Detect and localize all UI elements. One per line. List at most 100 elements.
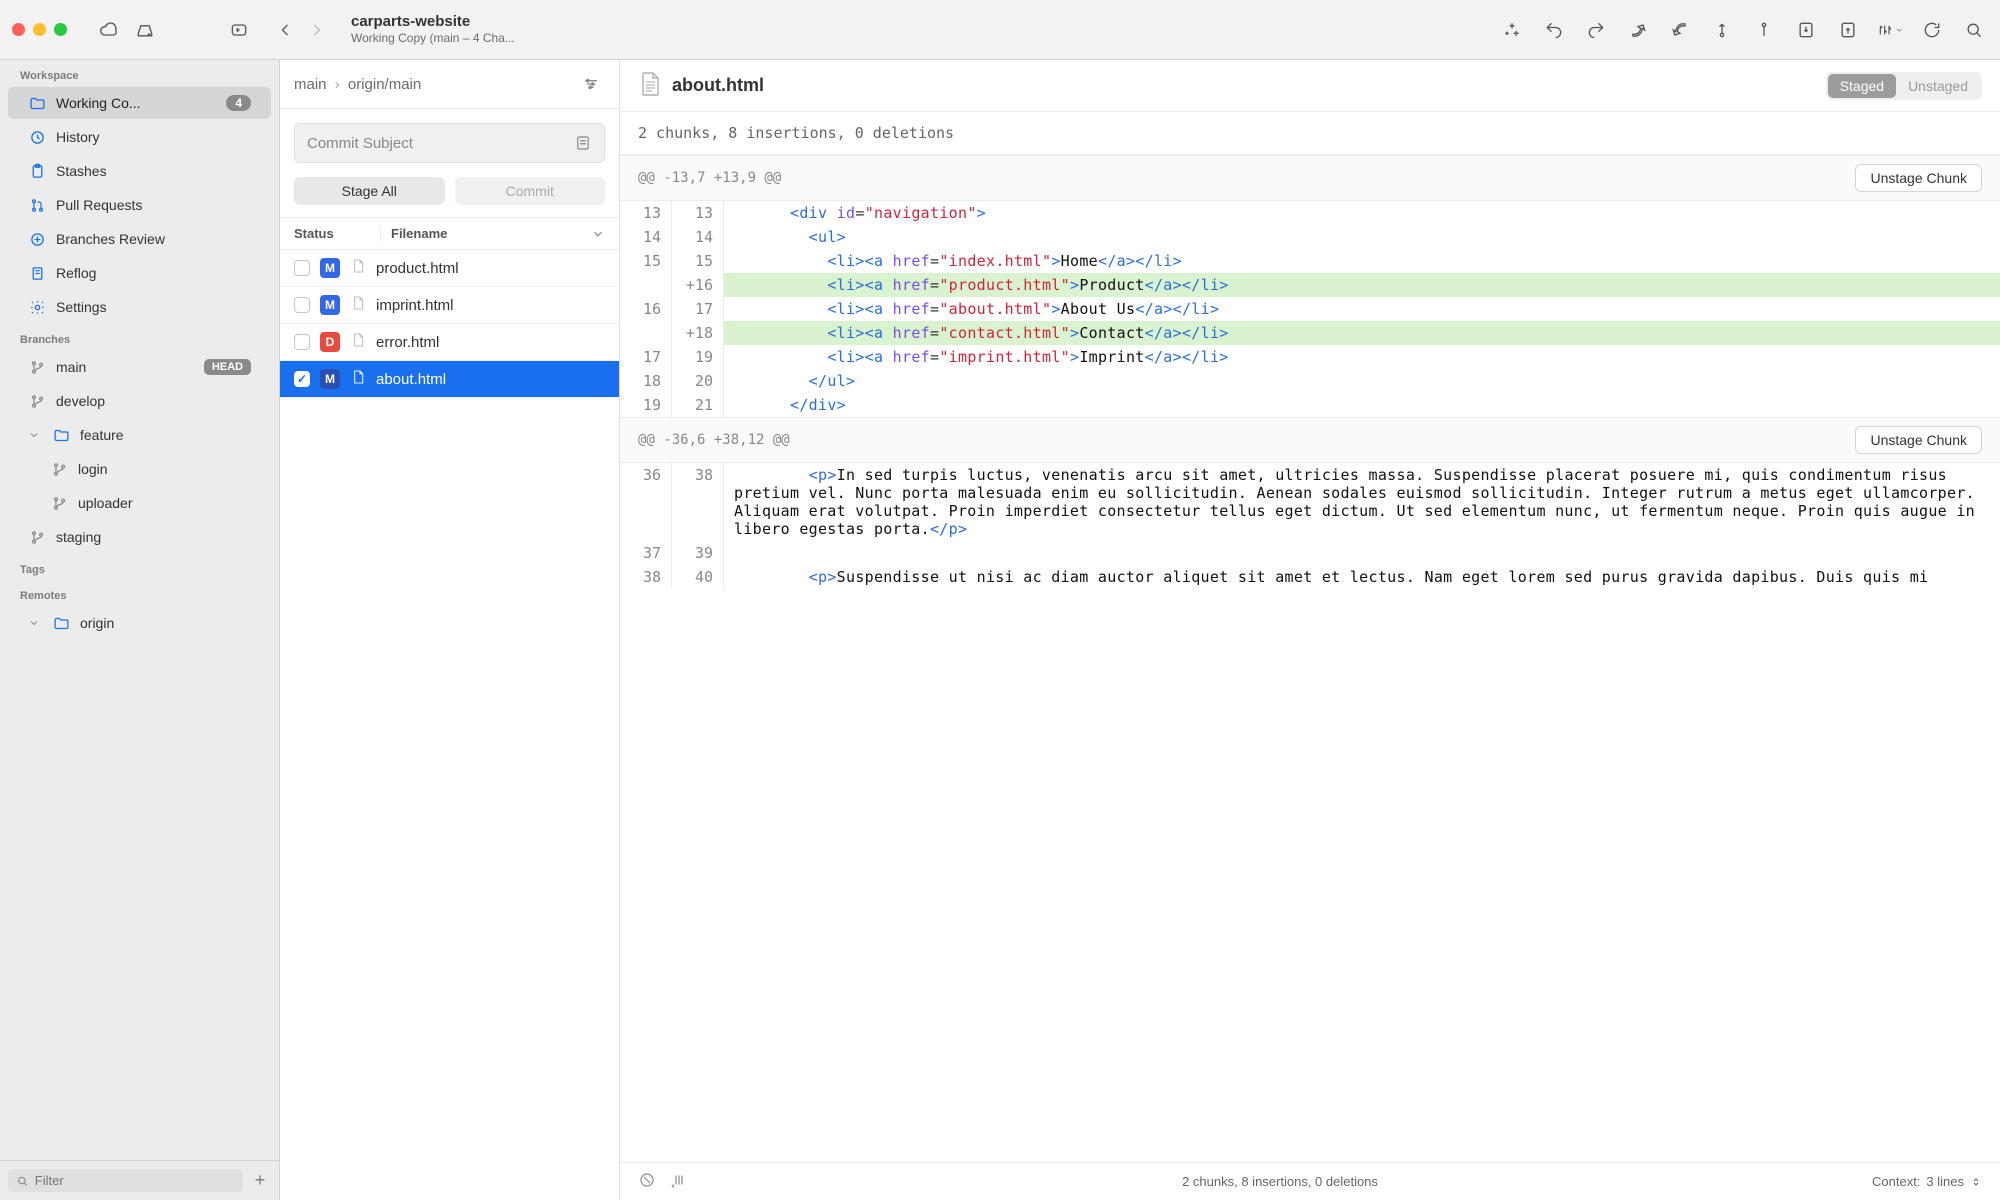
line-number-old: 14 [620,225,672,249]
close-window-button[interactable] [12,23,25,36]
redo-icon[interactable] [1582,16,1610,44]
stage-all-button[interactable]: Stage All [294,177,445,205]
sidebar-item-settings[interactable]: Settings [8,291,271,323]
file-icon [350,332,366,352]
sidebar-item-label: Working Co... [56,95,216,111]
file-row[interactable]: Mproduct.html [280,250,619,287]
code-line[interactable]: 1313 <div id="navigation"> [620,201,2000,225]
branch-icon [28,358,46,376]
toolbar-tools [1498,16,1988,44]
nav-forward-icon[interactable] [303,16,331,44]
file-checkbox[interactable] [294,334,310,350]
commit-button[interactable]: Commit [455,177,606,205]
add-button[interactable]: + [251,1170,279,1191]
commit-subject-input[interactable]: Commit Subject [294,123,605,163]
sidebar-branch-main[interactable]: main HEAD [8,351,271,383]
code-content [724,541,2000,565]
folder-icon [28,94,46,112]
zoom-window-button[interactable] [54,23,67,36]
file-checkbox[interactable] [294,371,310,387]
code-line[interactable]: 1414 <ul> [620,225,2000,249]
note-icon [574,134,592,152]
unstage-chunk-button[interactable]: Unstage Chunk [1855,164,1982,192]
blame-icon[interactable] [638,1171,656,1192]
file-checkbox[interactable] [294,297,310,313]
breadcrumb-remote[interactable]: origin/main [348,76,421,93]
sparkle-icon[interactable] [1498,16,1526,44]
sidebar-item-label: Branches Review [56,231,251,247]
sidebar-filter-input[interactable] [35,1173,235,1188]
wrap-icon[interactable] [670,1171,688,1192]
disk-icon[interactable] [131,16,159,44]
upload-icon[interactable] [1750,16,1778,44]
chunk-2-code: 3638 <p>In sed turpis luctus, venenatis … [620,463,2000,589]
branch-label: uploader [78,495,251,511]
sidebar-item-working-copy[interactable]: Working Co... 4 [8,87,271,119]
sidebar-branch-uploader[interactable]: uploader [8,487,271,519]
context-selector[interactable]: Context: 3 lines [1872,1174,1982,1189]
line-number-new: 21 [672,393,724,417]
sidebar-remote-origin[interactable]: origin [8,607,271,639]
chunk-header-1: @@ -13,7 +13,9 @@ Unstage Chunk [620,155,2000,201]
sidebar-branch-feature-folder[interactable]: feature [8,419,271,451]
sidebar-item-stashes[interactable]: Stashes [8,155,271,187]
code-line[interactable]: 1617 <li><a href="about.html">About Us</… [620,297,2000,321]
undo-icon[interactable] [1540,16,1568,44]
sidebar-branch-login[interactable]: login [8,453,271,485]
sidebar-section-tags: Tags [0,554,279,580]
sidebar-item-branches-review[interactable]: Branches Review [8,223,271,255]
sidebar-item-history[interactable]: History [8,121,271,153]
sidebar-item-label: Settings [56,299,251,315]
code-line[interactable]: 3739 [620,541,2000,565]
branch-icon [50,460,68,478]
back-to-overview-icon[interactable] [225,16,253,44]
settings-dropdown-icon[interactable] [1876,16,1904,44]
column-header-status[interactable]: Status [294,226,380,241]
code-content: <li><a href="imprint.html">Imprint</a></… [724,345,2000,369]
segment-staged[interactable]: Staged [1828,74,1896,98]
file-row[interactable]: Mimprint.html [280,287,619,324]
refresh-icon[interactable] [1918,16,1946,44]
code-line[interactable]: 1820 </ul> [620,369,2000,393]
column-header-filename[interactable]: Filename [380,226,605,241]
cloud-icon[interactable] [95,16,123,44]
sidebar-item-reflog[interactable]: Reflog [8,257,271,289]
unstage-chunk-button[interactable]: Unstage Chunk [1855,426,1982,454]
line-number-old: 13 [620,201,672,225]
sidebar-filter[interactable] [8,1169,243,1192]
sidebar-branch-develop[interactable]: develop [8,385,271,417]
push-icon[interactable] [1624,16,1652,44]
pull-icon[interactable] [1666,16,1694,44]
filter-settings-icon[interactable] [577,70,605,98]
breadcrumb-local[interactable]: main [294,76,327,93]
nav-back-icon[interactable] [271,16,299,44]
code-line[interactable]: +18 <li><a href="contact.html">Contact</… [620,321,2000,345]
code-line[interactable]: 1921 </div> [620,393,2000,417]
line-number-old: 36 [620,463,672,541]
search-icon[interactable] [1960,16,1988,44]
code-line[interactable]: 3638 <p>In sed turpis luctus, venenatis … [620,463,2000,541]
minimize-window-button[interactable] [33,23,46,36]
titlebar: carparts-website Working Copy (main – 4 … [0,0,2000,60]
status-chip: M [320,258,340,278]
file-name: product.html [376,260,459,277]
stash-up-icon[interactable] [1834,16,1862,44]
sidebar-branch-staging[interactable]: staging [8,521,271,553]
file-row[interactable]: Mabout.html [280,361,619,398]
code-line[interactable]: 1719 <li><a href="imprint.html">Imprint<… [620,345,2000,369]
sidebar-item-pull-requests[interactable]: Pull Requests [8,189,271,221]
chevron-down-icon [28,429,42,441]
file-checkbox[interactable] [294,260,310,276]
file-row[interactable]: Derror.html [280,324,619,361]
segment-unstaged[interactable]: Unstaged [1896,74,1980,98]
context-value: 3 lines [1926,1174,1964,1189]
code-line[interactable]: 3840 <p>Suspendisse ut nisi ac diam auct… [620,565,2000,589]
gear-icon [28,298,46,316]
code-line[interactable]: 1515 <li><a href="index.html">Home</a></… [620,249,2000,273]
folder-icon [52,426,70,444]
stash-down-icon[interactable] [1792,16,1820,44]
line-number-new: 39 [672,541,724,565]
code-line[interactable]: +16 <li><a href="product.html">Product</… [620,273,2000,297]
code-content: <p>Suspendisse ut nisi ac diam auctor al… [724,565,2000,589]
fetch-icon[interactable] [1708,16,1736,44]
